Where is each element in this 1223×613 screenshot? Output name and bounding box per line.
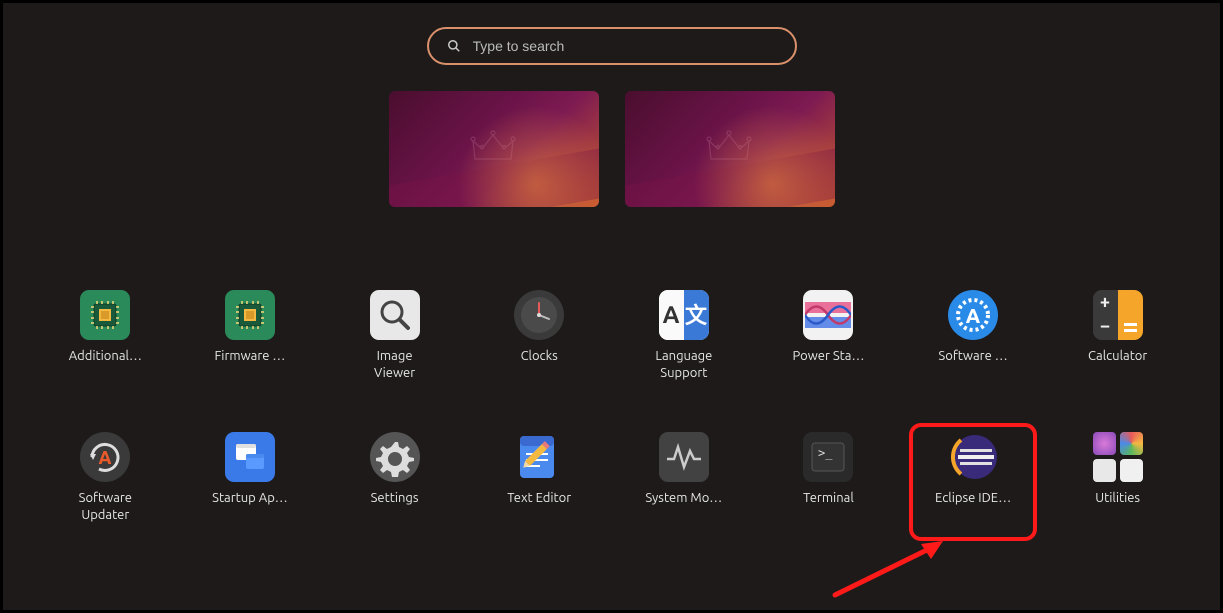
app-label: Clocks: [521, 348, 558, 365]
folder-icon-grid: [1093, 432, 1143, 482]
app-power-statistics[interactable]: Power Sta…: [756, 290, 901, 382]
app-software-updater[interactable]: A Software Updater: [33, 432, 178, 524]
workspace-2[interactable]: [625, 91, 835, 207]
app-label: Firmware …: [214, 348, 285, 365]
svg-text:A: A: [99, 448, 112, 468]
app-startup-applications[interactable]: Startup Ap…: [178, 432, 323, 524]
svg-text:A: A: [966, 304, 981, 327]
app-label: Image Viewer: [374, 348, 415, 382]
search-input[interactable]: [473, 38, 777, 54]
app-firmware-updater[interactable]: Firmware …: [178, 290, 323, 382]
app-image-viewer[interactable]: Image Viewer: [322, 290, 467, 382]
app-calculator[interactable]: + − Calculator: [1045, 290, 1190, 382]
eclipse-icon: [948, 432, 998, 482]
app-label: System Mo…: [645, 490, 722, 507]
app-label: Startup Ap…: [212, 490, 288, 507]
app-additional-drivers[interactable]: Additional…: [33, 290, 178, 382]
app-settings[interactable]: Settings: [322, 432, 467, 524]
calculator-icon: + −: [1093, 290, 1143, 340]
wave-icon: [805, 292, 851, 338]
app-label: Software …: [938, 348, 1007, 365]
app-label: Software Updater: [79, 490, 132, 524]
app-clocks[interactable]: Clocks: [467, 290, 612, 382]
app-grid: Additional… Firmware …: [3, 290, 1220, 524]
magnifier-icon: [377, 297, 413, 333]
app-software-properties[interactable]: A Software …: [901, 290, 1046, 382]
terminal-icon: >_: [808, 437, 848, 477]
updater-icon: A: [84, 436, 126, 478]
app-label: Language Support: [655, 348, 712, 382]
clock-icon: [519, 295, 559, 335]
letter-a-gear-icon: A: [954, 296, 992, 334]
workspace-switcher: [389, 91, 835, 207]
search-bar[interactable]: [427, 27, 797, 65]
app-label: Additional…: [69, 348, 142, 365]
app-system-monitor[interactable]: System Mo…: [612, 432, 757, 524]
app-label: Settings: [371, 490, 419, 507]
activities-overview: Additional… Firmware …: [0, 0, 1223, 613]
language-icon: A 文: [659, 290, 709, 340]
svg-text:−: −: [1100, 316, 1110, 336]
windows-icon: [232, 439, 268, 475]
app-terminal[interactable]: >_ Terminal: [756, 432, 901, 524]
app-label: Calculator: [1088, 348, 1147, 365]
editor-icon: [514, 432, 564, 482]
crown-icon: [469, 129, 517, 165]
workspace-1[interactable]: [389, 91, 599, 207]
svg-text:>_: >_: [818, 446, 833, 460]
svg-text:+: +: [1100, 292, 1110, 312]
app-label: Utilities: [1095, 490, 1140, 507]
gear-icon: [375, 437, 415, 477]
app-language-support[interactable]: A 文 Language Support: [612, 290, 757, 382]
app-label: Eclipse IDE…: [935, 490, 1011, 507]
app-label: Terminal: [803, 490, 854, 507]
app-text-editor[interactable]: Text Editor: [467, 432, 612, 524]
app-label: Power Sta…: [792, 348, 864, 365]
folder-utilities[interactable]: Utilities: [1045, 432, 1190, 524]
svg-text:文: 文: [685, 303, 708, 328]
crown-icon: [705, 129, 753, 165]
app-eclipse-ide[interactable]: Eclipse IDE…: [901, 432, 1046, 524]
pulse-icon: [664, 437, 704, 477]
app-label: Text Editor: [507, 490, 571, 507]
svg-text:A: A: [662, 301, 679, 328]
chip-icon: [233, 298, 267, 332]
chip-icon: [88, 298, 122, 332]
search-icon: [447, 39, 461, 53]
